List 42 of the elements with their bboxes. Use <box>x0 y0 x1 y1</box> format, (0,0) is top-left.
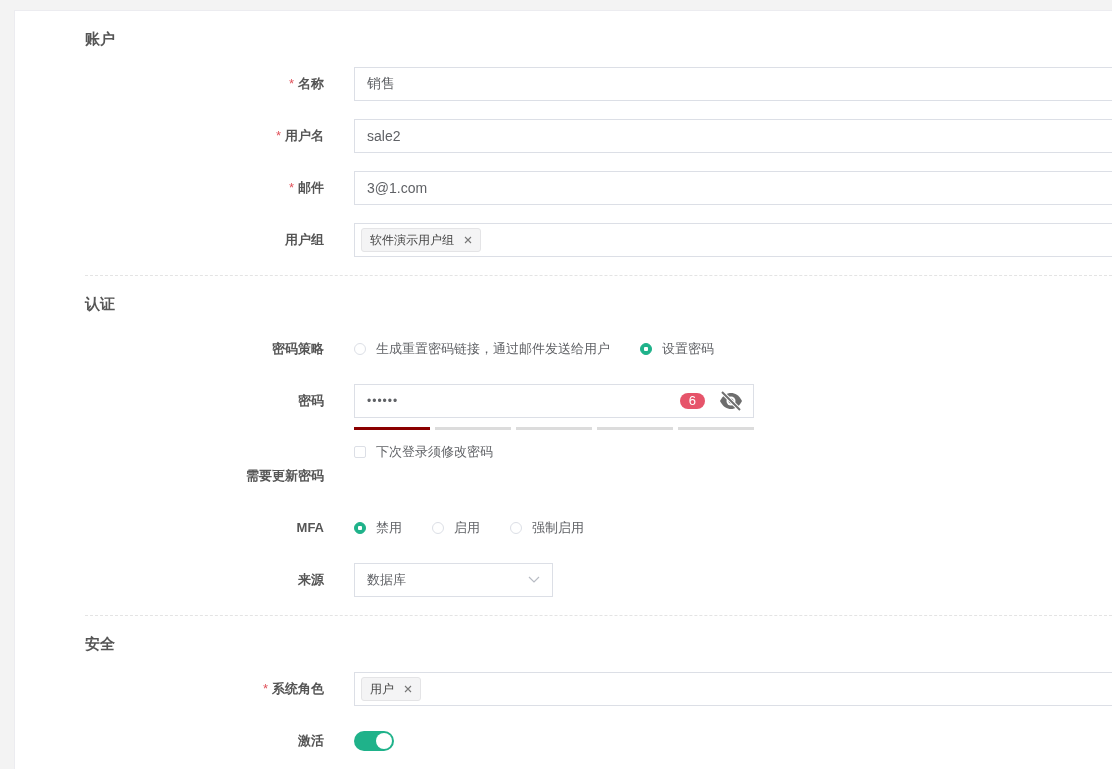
text-field[interactable]: 销售 <box>354 67 1112 101</box>
count-badge: 6 <box>679 393 705 409</box>
section-title: 账户 <box>85 29 116 49</box>
radio-option[interactable]: 设置密码 <box>640 340 714 358</box>
checkbox-option[interactable]: 下次登录须修改密码 <box>354 440 493 464</box>
close-icon[interactable] <box>464 236 472 244</box>
section-title: 认证 <box>85 294 116 314</box>
radio-option[interactable]: 强制启用 <box>510 519 584 537</box>
field-label: 密码 <box>298 393 324 408</box>
tag-label: 用户 <box>370 680 394 698</box>
radio-button[interactable] <box>354 522 366 534</box>
select-field[interactable]: 数据库 <box>354 563 553 597</box>
radio-option[interactable]: 启用 <box>432 519 480 537</box>
field-label: 邮件 <box>298 180 324 195</box>
field-label: 用户名 <box>285 128 324 143</box>
field-label: 激活 <box>298 733 324 748</box>
toggle-switch[interactable] <box>354 731 394 751</box>
field-label: 名称 <box>298 76 324 91</box>
required-asterisk: * <box>288 76 294 91</box>
tag-select-field[interactable]: 软件演示用户组 <box>354 223 1112 257</box>
password-field[interactable]: •••••• 6 <box>354 384 754 418</box>
text-field[interactable]: sale2 <box>354 119 1112 153</box>
required-asterisk: * <box>288 180 294 195</box>
field-label: 用户组 <box>285 232 324 247</box>
field-label: MFA <box>296 520 324 535</box>
required-asterisk: * <box>262 681 268 696</box>
radio-option[interactable]: 生成重置密码链接，通过邮件发送给用户 <box>354 340 610 358</box>
required-asterisk: * <box>275 128 281 143</box>
field-label: 系统角色 <box>272 681 324 696</box>
radio-button[interactable] <box>640 343 652 355</box>
tag-label: 软件演示用户组 <box>370 231 454 249</box>
section-title: 安全 <box>85 634 116 654</box>
hide-password-icon[interactable] <box>719 391 743 411</box>
close-icon[interactable] <box>404 685 412 693</box>
field-label: 密码策略 <box>272 341 324 356</box>
checkbox[interactable] <box>354 446 366 458</box>
tag-select-field[interactable]: 用户 <box>354 672 1112 706</box>
field-label: 来源 <box>298 572 324 587</box>
caret-icon[interactable] <box>528 576 540 584</box>
text-field[interactable]: 3@1.com <box>354 171 1112 205</box>
radio-option[interactable]: 禁用 <box>354 519 402 537</box>
field-label: 需要更新密码 <box>246 468 324 483</box>
